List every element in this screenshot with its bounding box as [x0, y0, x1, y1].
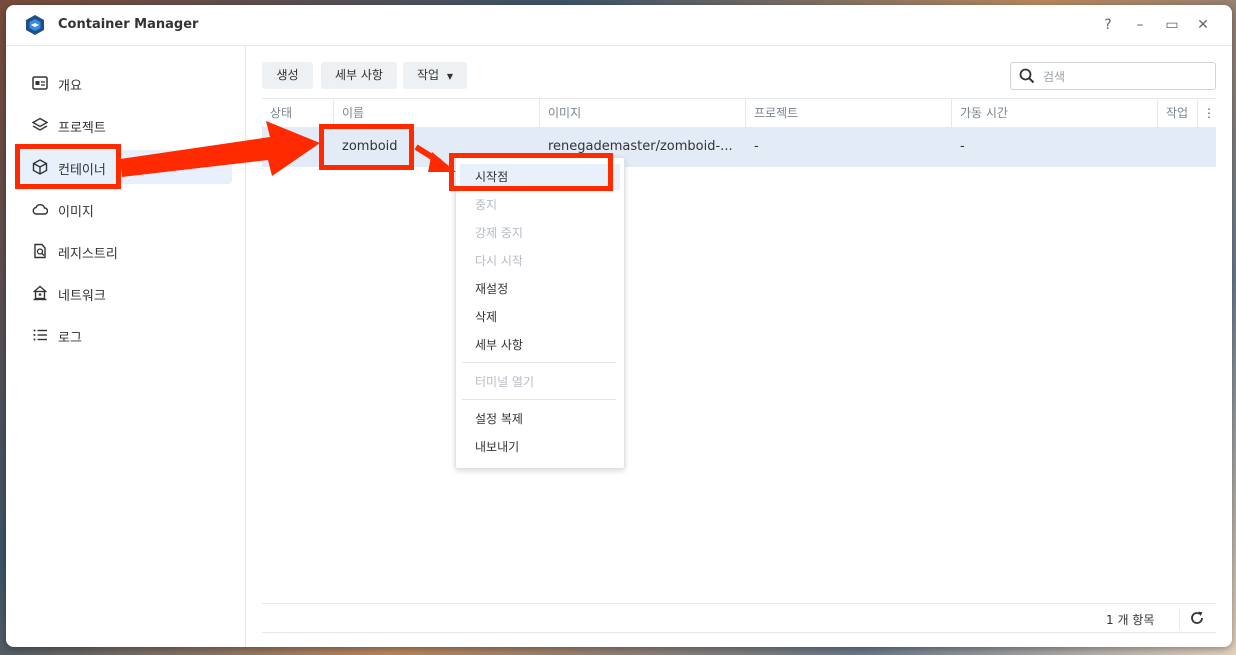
arrow-head-icon — [428, 152, 456, 172]
annotation-arrows — [120, 121, 456, 177]
arrow-to-row-icon — [120, 121, 320, 177]
